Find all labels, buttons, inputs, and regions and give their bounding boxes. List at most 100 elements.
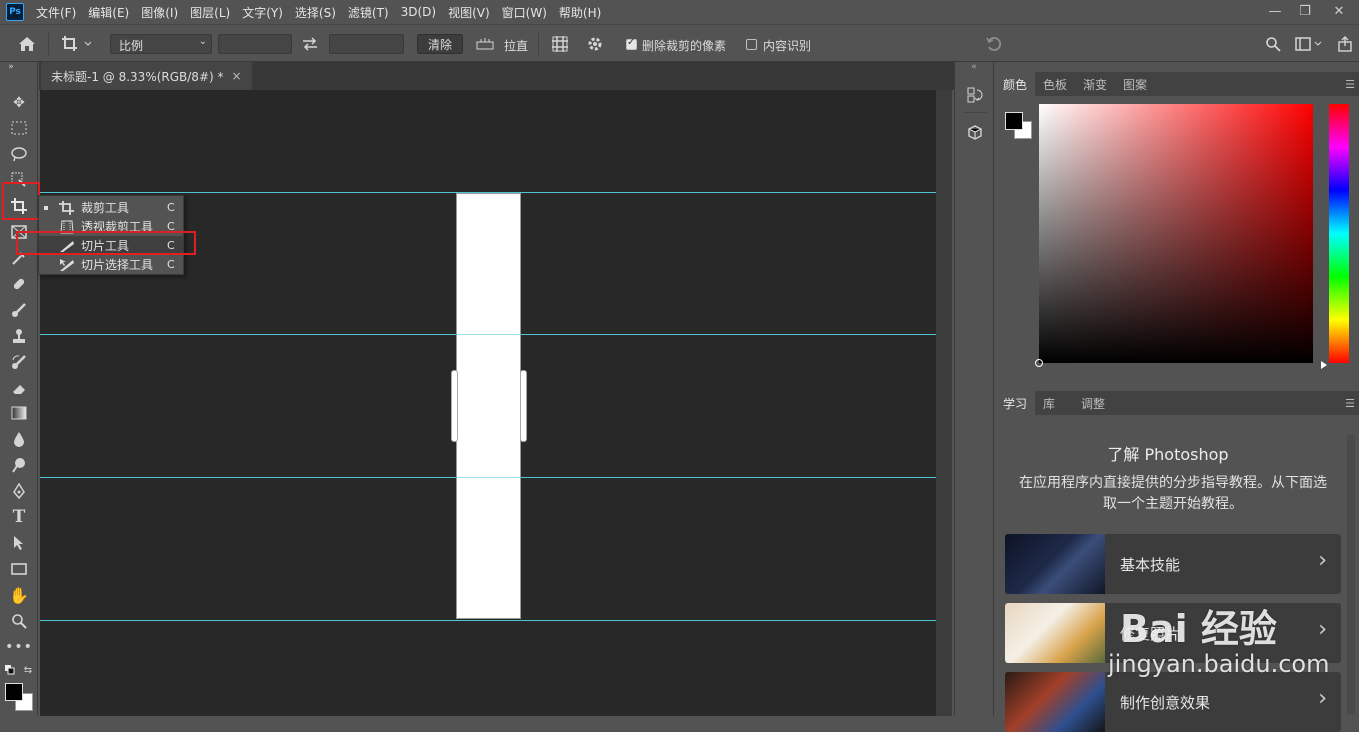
baidu-watermark: Bai 经验 [1120,607,1277,651]
grid-overlay-icon[interactable] [550,34,570,54]
crop-icon [59,200,75,215]
eraser-tool-icon[interactable] [8,377,30,399]
guide-line [40,620,936,621]
tab-adjustments[interactable]: 调整 [1073,391,1113,415]
crop-tool-preset-icon[interactable] [58,33,94,55]
options-bar: 比例 ⌄ 清除 拉直 删除裁剪的像素 内容识别 [0,24,1359,62]
default-colors-icon[interactable] [4,665,16,675]
vertical-scrollbar[interactable] [936,90,952,716]
history-panel-icon[interactable] [964,84,986,106]
zoom-tool-icon[interactable] [8,610,30,632]
rectangle-tool-icon[interactable] [8,558,30,580]
document-tabs: » 未标题-1 @ 8.33%(RGB/8#) * × [39,62,954,90]
clone-stamp-tool-icon[interactable] [8,325,30,347]
document-title: 未标题-1 @ 8.33%(RGB/8#) * [51,69,224,84]
document-page[interactable] [456,193,521,619]
crop-tool-highlight [2,182,40,220]
slice-select-icon [59,258,75,272]
healing-brush-tool-icon[interactable] [8,273,30,295]
minimize-button[interactable]: — [1259,0,1291,22]
panel-menu-icon[interactable]: ☰ [1345,397,1355,410]
foreground-color-swatch[interactable] [5,683,23,701]
learn-card-creative-effects[interactable]: 制作创意效果 › [1005,672,1341,732]
content-aware-label: 内容识别 [763,39,812,53]
content-aware-checkbox[interactable] [746,39,757,50]
learn-scrollbar[interactable] [1347,435,1355,715]
marquee-tool-icon[interactable] [8,117,30,139]
swap-icon[interactable] [300,35,320,53]
document-tab[interactable]: 未标题-1 @ 8.33%(RGB/8#) * × [41,62,252,90]
menu-view[interactable]: 视图(V) [448,4,490,21]
gradient-tool-icon[interactable] [8,402,30,424]
share-icon[interactable] [1334,34,1356,54]
lasso-tool-icon[interactable] [8,143,30,165]
delete-cropped-checkbox[interactable] [626,37,637,50]
tab-color[interactable]: 颜色 [995,72,1036,96]
tab-swatches[interactable]: 色板 [1035,72,1075,96]
history-brush-tool-icon[interactable] [8,351,30,373]
restore-button[interactable]: ❐ [1289,0,1321,22]
ratio-select-value: 比例 [119,39,144,53]
collapse-icon[interactable]: « [959,62,989,72]
type-tool-icon[interactable]: T [8,506,30,528]
move-tool-icon[interactable]: ✥ [8,92,30,114]
hue-slider[interactable] [1329,104,1349,363]
clear-button[interactable]: 清除 [417,34,463,54]
collapse-icon[interactable]: » [4,62,18,72]
menu-filter[interactable]: 滤镜(T) [348,4,389,21]
active-bullet-icon [44,205,48,210]
menu-help[interactable]: 帮助(H) [559,4,601,21]
straighten-icon[interactable] [475,35,495,53]
tab-gradients[interactable]: 渐变 [1075,72,1115,96]
more-tools-icon[interactable]: ••• [5,636,32,658]
menu-file[interactable]: 文件(F) [36,4,76,21]
card-thumbnail [1005,603,1105,663]
tools-panel: » ✥ T ✋ ••• ⇆ [0,62,38,716]
ratio-select[interactable]: 比例 ⌄ [110,34,212,54]
gear-icon[interactable] [585,34,605,54]
flyout-item-slice-select[interactable]: 切片选择工具 C [39,255,183,274]
reset-icon[interactable] [984,34,1004,54]
menu-bar: Ps 文件(F) 编辑(E) 图像(I) 图层(L) 文字(Y) 选择(S) 滤… [0,0,1359,24]
learn-description: 在应用程序内直接提供的分步指导教程。从下面选取一个主题开始教程。 [1019,475,1327,512]
menu-window[interactable]: 窗口(W) [502,4,547,21]
fg-color-swatch[interactable] [1005,112,1023,130]
menu-layer[interactable]: 图层(L) [190,4,230,21]
chevron-right-icon: › [1318,548,1327,573]
width-input[interactable] [218,34,292,54]
panel-menu-icon[interactable]: ☰ [1345,78,1355,91]
photoshop-logo: Ps [6,3,24,21]
straighten-label[interactable]: 拉直 [504,37,528,54]
hue-slider-thumb[interactable] [1321,361,1327,369]
pen-tool-icon[interactable] [8,480,30,502]
tab-learn[interactable]: 学习 [995,391,1036,415]
menu-image[interactable]: 图像(I) [141,4,178,21]
canvas-area[interactable] [40,90,936,716]
path-selection-tool-icon[interactable] [8,532,30,554]
chevron-right-icon: › [1318,686,1327,711]
dodge-tool-icon[interactable] [8,454,30,476]
learn-card-basic-skills[interactable]: 基本技能 › [1005,534,1341,594]
tab-libraries[interactable]: 库 [1035,391,1063,415]
height-input[interactable] [329,34,404,54]
3d-panel-icon[interactable] [964,122,986,144]
menu-edit[interactable]: 编辑(E) [88,4,129,21]
hand-tool-icon[interactable]: ✋ [8,584,30,606]
menu-3d[interactable]: 3D(D) [401,5,436,19]
tab-patterns[interactable]: 图案 [1115,72,1155,96]
menu-type[interactable]: 文字(Y) [242,4,283,21]
crop-handle-right[interactable] [520,370,527,442]
home-icon[interactable] [16,33,38,55]
flyout-item-crop[interactable]: 裁剪工具 C [39,198,183,217]
swap-colors-icon[interactable]: ⇆ [22,665,34,676]
color-panel-tabs: 颜色 色板 渐变 图案 ☰ [995,72,1359,96]
blur-tool-icon[interactable] [8,428,30,450]
workspace-icon[interactable] [1292,34,1326,54]
menu-select[interactable]: 选择(S) [295,4,336,21]
search-icon[interactable] [1263,34,1283,54]
color-picker-field[interactable] [1035,104,1313,367]
crop-handle-left[interactable] [451,370,458,442]
brush-tool-icon[interactable] [8,299,30,321]
close-window-button[interactable]: ✕ [1323,0,1355,22]
close-tab-icon[interactable]: × [232,69,242,83]
